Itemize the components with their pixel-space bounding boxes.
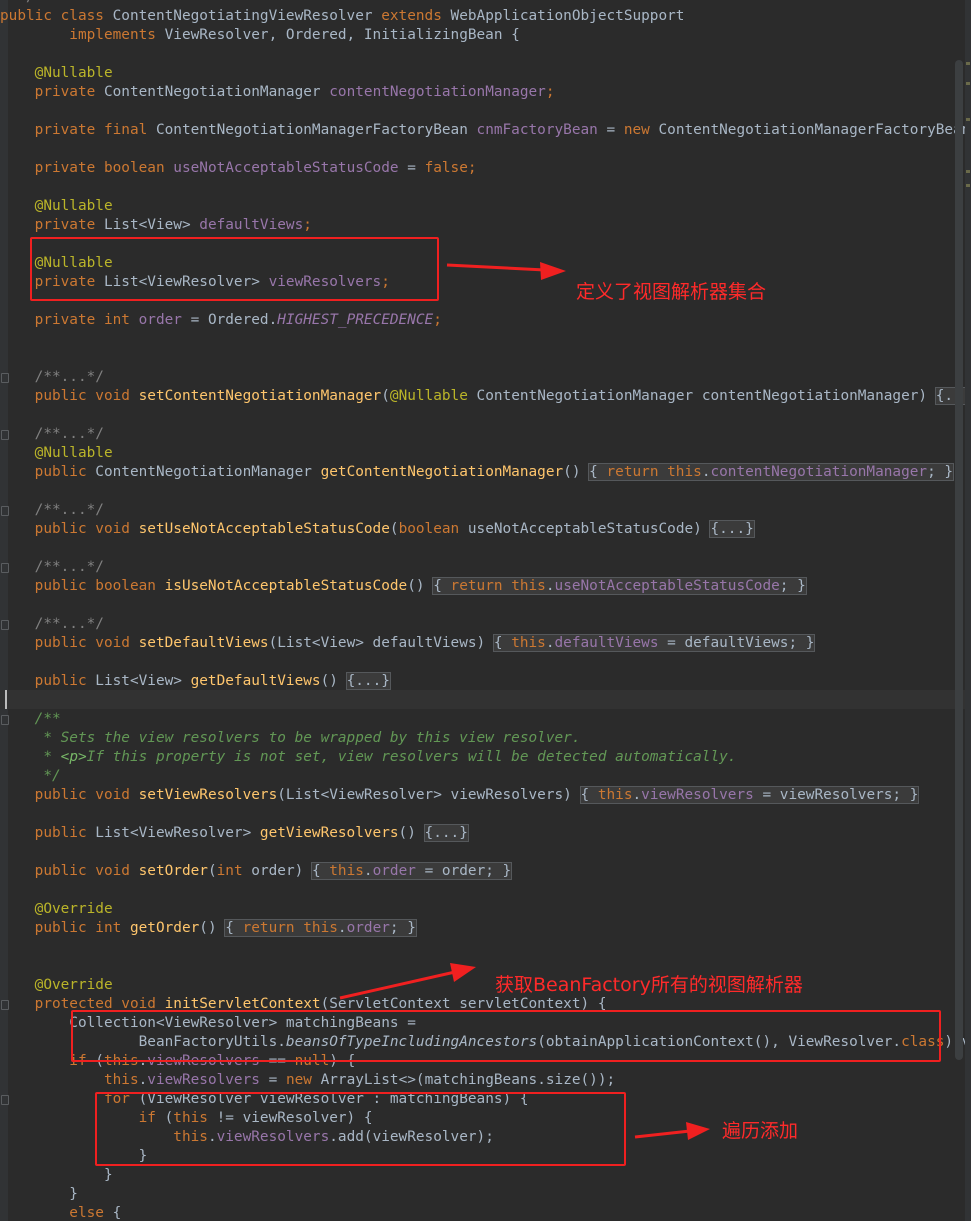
arrow-icon [446, 262, 566, 280]
arrow-icon [339, 963, 476, 1000]
annotation-label: 定义了视图解析器集合 [576, 281, 767, 303]
annotation-label: 获取BeanFactory所有的视图解析器 [495, 974, 803, 996]
arrow-icon [634, 1122, 710, 1140]
annotation-label: 遍历添加 [722, 1120, 799, 1142]
annotation-arrows [339, 262, 710, 1140]
